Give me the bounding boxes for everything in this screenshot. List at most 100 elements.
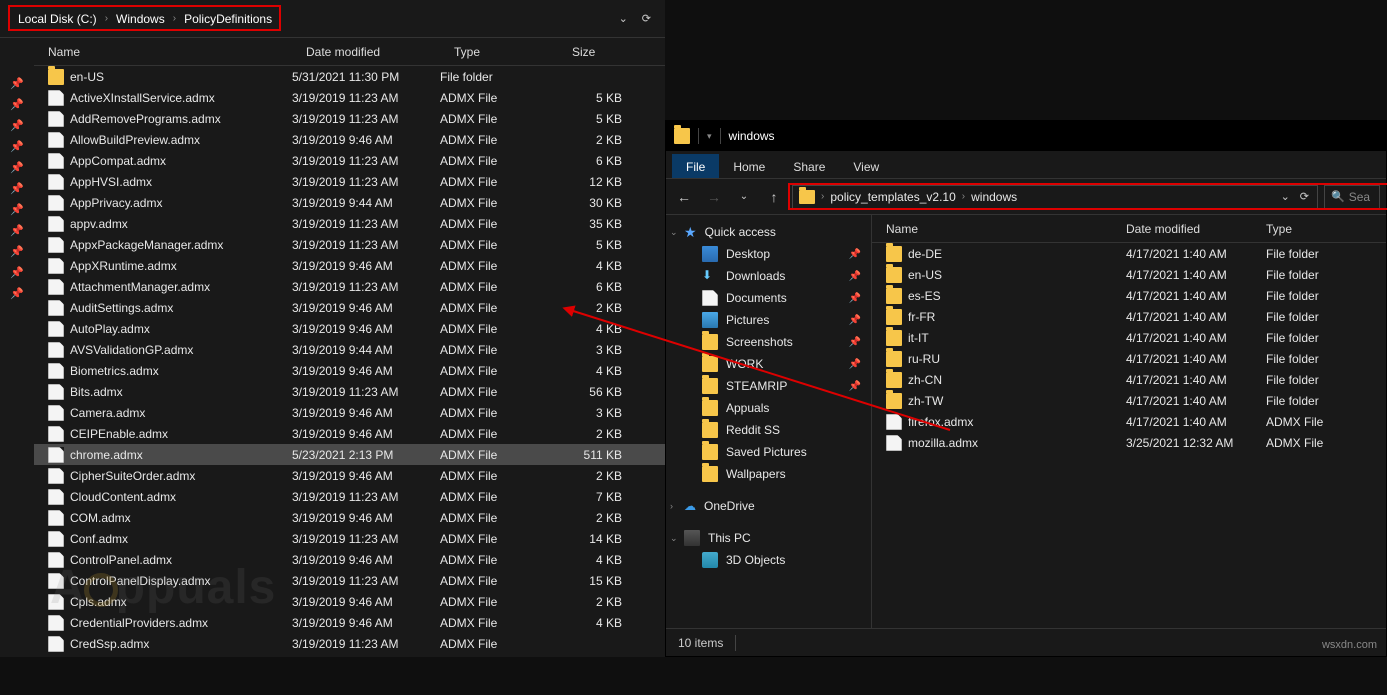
- table-row[interactable]: AppPrivacy.admx3/19/2019 9:44 AMADMX Fil…: [34, 192, 665, 213]
- table-row[interactable]: zh-TW4/17/2021 1:40 AMFile folder: [872, 390, 1386, 411]
- table-row[interactable]: AppHVSI.admx3/19/2019 11:23 AMADMX File1…: [34, 171, 665, 192]
- breadcrumb-crumb-1[interactable]: Windows: [116, 12, 165, 26]
- pin-icon[interactable]: 📌: [10, 115, 24, 135]
- table-row[interactable]: ActiveXInstallService.admx3/19/2019 11:2…: [34, 87, 665, 108]
- table-row[interactable]: Cpls.admx3/19/2019 9:46 AMADMX File2 KB: [34, 591, 665, 612]
- file-date: 3/19/2019 9:46 AM: [292, 511, 440, 525]
- file-type: ADMX File: [440, 217, 558, 231]
- tab-home[interactable]: Home: [719, 154, 779, 178]
- pin-icon[interactable]: 📌: [10, 157, 24, 177]
- nav-saved[interactable]: Saved Pictures: [666, 441, 871, 463]
- table-row[interactable]: AuditSettings.admx3/19/2019 9:46 AMADMX …: [34, 297, 665, 318]
- table-row[interactable]: CredentialProviders.admx3/19/2019 9:46 A…: [34, 612, 665, 633]
- refresh-icon[interactable]: ⟳: [1300, 190, 1309, 203]
- table-row[interactable]: AppCompat.admx3/19/2019 11:23 AMADMX Fil…: [34, 150, 665, 171]
- table-row[interactable]: es-ES4/17/2021 1:40 AMFile folder: [872, 285, 1386, 306]
- table-row[interactable]: AttachmentManager.admx3/19/2019 11:23 AM…: [34, 276, 665, 297]
- nav-history-button[interactable]: ⌄: [732, 185, 756, 209]
- nav-downloads[interactable]: ⬇Downloads📌: [666, 265, 871, 287]
- pin-icon[interactable]: 📌: [10, 199, 24, 219]
- table-row[interactable]: CipherSuiteOrder.admx3/19/2019 9:46 AMAD…: [34, 465, 665, 486]
- table-row[interactable]: Bits.admx3/19/2019 11:23 AMADMX File56 K…: [34, 381, 665, 402]
- search-placeholder: Sea: [1349, 190, 1370, 204]
- addr-segment-2[interactable]: windows: [971, 190, 1017, 204]
- table-row[interactable]: chrome.admx5/23/2021 2:13 PMADMX File511…: [34, 444, 665, 465]
- nav-screenshots[interactable]: Screenshots📌: [666, 331, 871, 353]
- file-list[interactable]: en-US5/31/2021 11:30 PMFile folderActive…: [34, 66, 665, 657]
- col-type[interactable]: Type: [440, 45, 558, 59]
- nav-pictures[interactable]: Pictures📌: [666, 309, 871, 331]
- nav-wallpapers[interactable]: Wallpapers: [666, 463, 871, 485]
- col-size[interactable]: Size: [558, 45, 646, 59]
- breadcrumb-crumb-0[interactable]: Local Disk (C:): [18, 12, 97, 26]
- table-row[interactable]: fr-FR4/17/2021 1:40 AMFile folder: [872, 306, 1386, 327]
- table-row[interactable]: ControlPanelDisplay.admx3/19/2019 11:23 …: [34, 570, 665, 591]
- table-row[interactable]: CEIPEnable.admx3/19/2019 9:46 AMADMX Fil…: [34, 423, 665, 444]
- table-row[interactable]: de-DE4/17/2021 1:40 AMFile folder: [872, 243, 1386, 264]
- breadcrumb-crumb-2[interactable]: PolicyDefinitions: [184, 12, 272, 26]
- pin-icon[interactable]: 📌: [10, 94, 24, 114]
- address-bar[interactable]: › policy_templates_v2.10 › windows ⌄⟳: [792, 185, 1318, 209]
- file-list[interactable]: de-DE4/17/2021 1:40 AMFile folderen-US4/…: [872, 243, 1386, 453]
- nav-steamrip[interactable]: STEAMRIP📌: [666, 375, 871, 397]
- table-row[interactable]: CloudContent.admx3/19/2019 11:23 AMADMX …: [34, 486, 665, 507]
- file-type: ADMX File: [440, 448, 558, 462]
- tab-file[interactable]: File: [672, 154, 719, 178]
- search-input[interactable]: 🔍 Sea: [1324, 185, 1380, 209]
- pin-icon[interactable]: 📌: [10, 73, 24, 93]
- table-row[interactable]: Conf.admx3/19/2019 11:23 AMADMX File14 K…: [34, 528, 665, 549]
- pin-icon[interactable]: 📌: [10, 178, 24, 198]
- chevron-down-icon[interactable]: ⌄: [619, 12, 628, 25]
- nav-quick-access[interactable]: ⌄★Quick access: [666, 221, 871, 243]
- table-row[interactable]: CredSsp.admx3/19/2019 11:23 AMADMX File: [34, 633, 665, 654]
- col-date[interactable]: Date modified: [1126, 222, 1266, 236]
- table-row[interactable]: AppXRuntime.admx3/19/2019 9:46 AMADMX Fi…: [34, 255, 665, 276]
- nav-up-button[interactable]: ↑: [762, 185, 786, 209]
- table-row[interactable]: AVSValidationGP.admx3/19/2019 9:44 AMADM…: [34, 339, 665, 360]
- chevron-down-icon[interactable]: ▾: [707, 131, 712, 142]
- col-name[interactable]: Name: [872, 222, 1126, 236]
- nav-this-pc[interactable]: ⌄This PC: [666, 527, 871, 549]
- table-row[interactable]: ru-RU4/17/2021 1:40 AMFile folder: [872, 348, 1386, 369]
- title-bar[interactable]: ▾ windows: [666, 121, 1386, 151]
- breadcrumb[interactable]: Local Disk (C:) › Windows › PolicyDefini…: [18, 12, 272, 26]
- nav-back-button[interactable]: ←: [672, 185, 696, 209]
- pin-icon[interactable]: 📌: [10, 283, 24, 303]
- pin-icon[interactable]: 📌: [10, 136, 24, 156]
- table-row[interactable]: zh-CN4/17/2021 1:40 AMFile folder: [872, 369, 1386, 390]
- table-row[interactable]: it-IT4/17/2021 1:40 AMFile folder: [872, 327, 1386, 348]
- nav-forward-button[interactable]: →: [702, 185, 726, 209]
- col-type[interactable]: Type: [1266, 222, 1366, 236]
- nav-appuals[interactable]: Appuals: [666, 397, 871, 419]
- col-date[interactable]: Date modified: [292, 45, 440, 59]
- refresh-icon[interactable]: ⟳: [642, 12, 651, 25]
- table-row[interactable]: appv.admx3/19/2019 11:23 AMADMX File35 K…: [34, 213, 665, 234]
- col-name[interactable]: Name: [34, 45, 292, 59]
- pin-icon[interactable]: 📌: [10, 262, 24, 282]
- table-row[interactable]: AllowBuildPreview.admx3/19/2019 9:46 AMA…: [34, 129, 665, 150]
- addr-segment-1[interactable]: policy_templates_v2.10: [830, 190, 955, 204]
- table-row[interactable]: en-US4/17/2021 1:40 AMFile folder: [872, 264, 1386, 285]
- tab-view[interactable]: View: [839, 154, 893, 178]
- table-row[interactable]: en-US5/31/2021 11:30 PMFile folder: [34, 66, 665, 87]
- pin-icon[interactable]: 📌: [10, 220, 24, 240]
- nav-reddit[interactable]: Reddit SS: [666, 419, 871, 441]
- nav-onedrive[interactable]: ›☁OneDrive: [666, 495, 871, 517]
- table-row[interactable]: AutoPlay.admx3/19/2019 9:46 AMADMX File4…: [34, 318, 665, 339]
- table-row[interactable]: Biometrics.admx3/19/2019 9:46 AMADMX Fil…: [34, 360, 665, 381]
- nav-desktop[interactable]: Desktop📌: [666, 243, 871, 265]
- chevron-down-icon[interactable]: ⌄: [1281, 190, 1290, 203]
- tab-share[interactable]: Share: [779, 154, 839, 178]
- table-row[interactable]: AppxPackageManager.admx3/19/2019 11:23 A…: [34, 234, 665, 255]
- navigation-pane[interactable]: ⌄★Quick access Desktop📌 ⬇Downloads📌 Docu…: [666, 215, 872, 628]
- nav-documents[interactable]: Documents📌: [666, 287, 871, 309]
- table-row[interactable]: ControlPanel.admx3/19/2019 9:46 AMADMX F…: [34, 549, 665, 570]
- table-row[interactable]: mozilla.admx3/25/2021 12:32 AMADMX File: [872, 432, 1386, 453]
- table-row[interactable]: Camera.admx3/19/2019 9:46 AMADMX File3 K…: [34, 402, 665, 423]
- table-row[interactable]: AddRemovePrograms.admx3/19/2019 11:23 AM…: [34, 108, 665, 129]
- table-row[interactable]: COM.admx3/19/2019 9:46 AMADMX File2 KB: [34, 507, 665, 528]
- nav-work[interactable]: WORK📌: [666, 353, 871, 375]
- table-row[interactable]: firefox.admx4/17/2021 1:40 AMADMX File: [872, 411, 1386, 432]
- nav-3d-objects[interactable]: 3D Objects: [666, 549, 871, 571]
- pin-icon[interactable]: 📌: [10, 241, 24, 261]
